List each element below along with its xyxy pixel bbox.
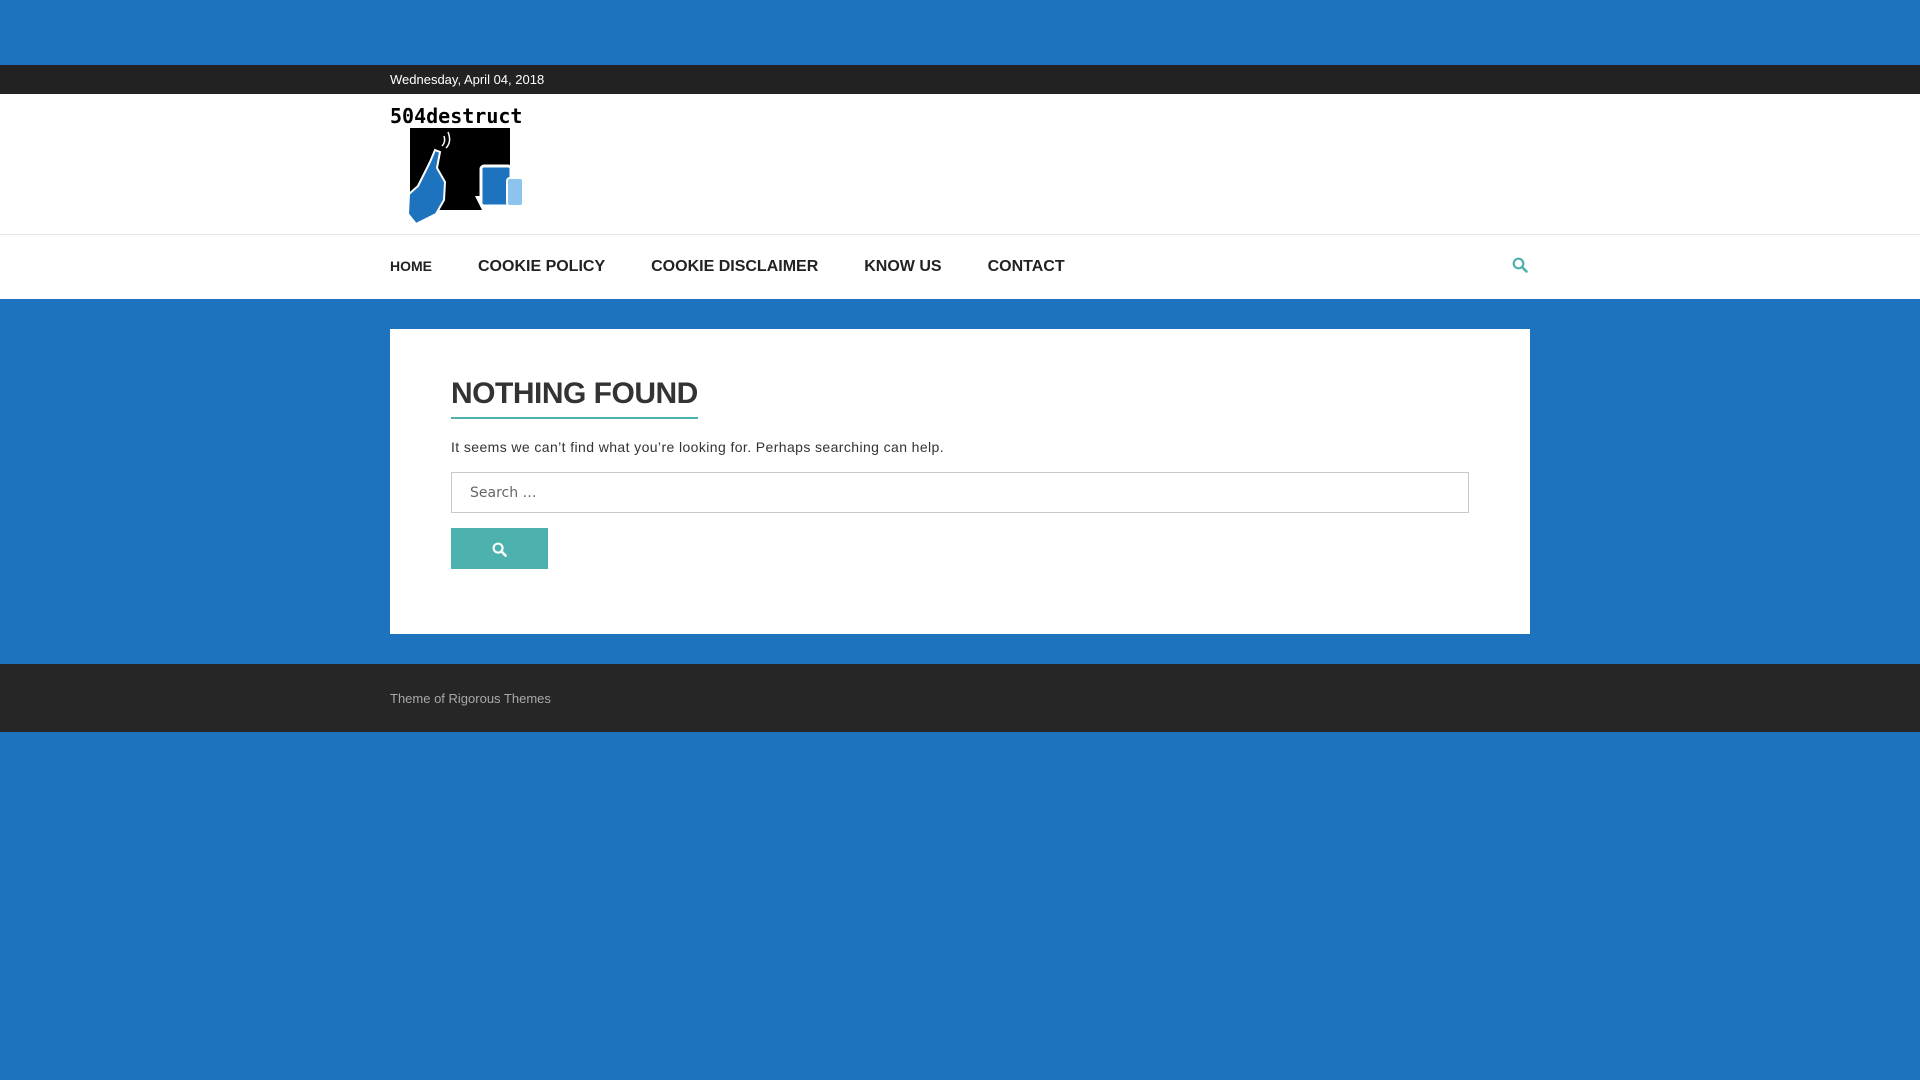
page-title: NOTHING FOUND [451,377,698,419]
footer-credit: Theme of Rigorous Themes [390,691,551,706]
nav-menu: HOME COOKIE POLICY COOKIE DISCLAIMER KNO… [390,258,1111,276]
main-navigation: HOME COOKIE POLICY COOKIE DISCLAIMER KNO… [0,235,1920,299]
logo-graphic [406,128,524,224]
search-input[interactable] [451,472,1469,513]
nav-item-cookie-disclaimer[interactable]: COOKIE DISCLAIMER [651,258,818,276]
search-icon [492,542,507,557]
no-results-message: It seems we can’t find what you’re looki… [451,439,945,455]
nav-item-cookie-policy[interactable]: COOKIE POLICY [478,258,605,276]
top-bar: Wednesday, April 04, 2018 [0,65,1920,94]
nav-item-home[interactable]: HOME [390,258,432,276]
site-header: 504destruct [0,94,1920,235]
site-logo[interactable]: 504destruct [390,104,540,224]
nav-search-icon[interactable] [1512,257,1530,275]
footer-theme-link[interactable]: Rigorous Themes [449,691,551,706]
search-submit-button[interactable] [451,528,548,569]
nav-item-contact[interactable]: CONTACT [988,258,1065,276]
current-date: Wednesday, April 04, 2018 [390,72,545,87]
footer-credit-prefix: Theme of [390,690,449,706]
no-results-section: NOTHING FOUND It seems we can’t find wha… [451,377,1469,569]
content-area: NOTHING FOUND It seems we can’t find wha… [390,329,1530,634]
nav-item-know-us[interactable]: KNOW US [864,258,941,276]
site-footer: Theme of Rigorous Themes [0,664,1920,732]
